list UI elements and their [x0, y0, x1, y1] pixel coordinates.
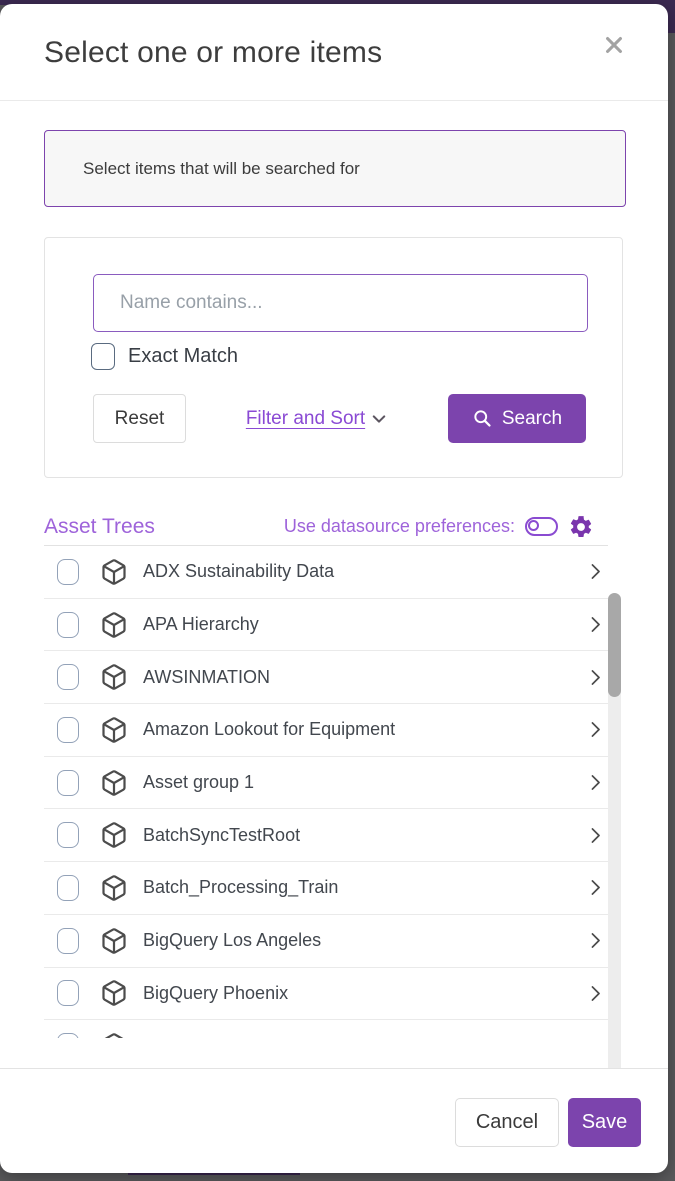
list-scrollbar-thumb[interactable]	[608, 593, 621, 697]
asset-row-checkbox[interactable]	[57, 928, 79, 954]
asset-row-checkbox[interactable]	[57, 770, 79, 796]
reset-button[interactable]: Reset	[93, 394, 186, 443]
exact-match-row: Exact Match	[91, 343, 238, 370]
exact-match-label: Exact Match	[128, 345, 238, 368]
cube-icon	[100, 874, 128, 902]
asset-row-label: BigQuery UTC	[143, 1036, 260, 1038]
asset-trees-heading: Asset Trees	[44, 515, 155, 539]
asset-row-checkbox[interactable]	[57, 717, 79, 743]
cube-icon	[100, 716, 128, 744]
dialog-body: Select items that will be searched for E…	[0, 101, 668, 1068]
datasource-preferences-label: Use datasource preferences:	[284, 516, 515, 537]
gear-icon	[568, 514, 594, 540]
search-panel: Exact Match Reset Filter and Sort Search	[44, 237, 623, 478]
dialog-title: Select one or more items	[44, 36, 382, 70]
asset-trees-header: Asset Trees Use datasource preferences:	[44, 508, 608, 545]
cube-icon	[100, 558, 128, 586]
search-button-label: Search	[502, 408, 562, 430]
close-icon	[603, 34, 625, 56]
cube-icon	[100, 611, 128, 639]
asset-row-checkbox[interactable]	[57, 612, 79, 638]
asset-row-label: Asset group 1	[143, 772, 254, 793]
chevron-right-icon[interactable]	[585, 930, 606, 951]
asset-row-checkbox[interactable]	[57, 559, 79, 585]
cube-icon	[100, 769, 128, 797]
asset-tree-row[interactable]: BigQuery UTC	[44, 1020, 608, 1038]
save-button[interactable]: Save	[568, 1098, 641, 1147]
list-scrollbar-track[interactable]	[608, 593, 621, 1068]
chevron-right-icon[interactable]	[585, 1036, 606, 1038]
name-contains-input[interactable]	[93, 274, 588, 332]
asset-row-checkbox[interactable]	[57, 822, 79, 848]
asset-tree-list: ADX Sustainability Data	[44, 545, 608, 1038]
close-button[interactable]	[600, 32, 628, 60]
asset-row-label: BigQuery Los Angeles	[143, 930, 321, 951]
info-banner-text: Select items that will be searched for	[83, 159, 360, 179]
chevron-right-icon[interactable]	[585, 877, 606, 898]
chevron-right-icon[interactable]	[585, 719, 606, 740]
filter-and-sort-label: Filter and Sort	[246, 408, 365, 430]
asset-tree-row[interactable]: APA Hierarchy	[44, 599, 608, 652]
filter-and-sort-link[interactable]: Filter and Sort	[246, 408, 388, 430]
asset-row-label: BatchSyncTestRoot	[143, 825, 300, 846]
preferences-settings-button[interactable]	[568, 514, 594, 540]
dialog-footer: Cancel Save	[0, 1068, 668, 1173]
search-actions: Reset Filter and Sort Search	[93, 394, 586, 443]
cube-icon	[100, 663, 128, 691]
toggle-knob	[528, 520, 539, 531]
cancel-button[interactable]: Cancel	[455, 1098, 559, 1147]
asset-tree-row[interactable]: BatchSyncTestRoot	[44, 809, 608, 862]
info-banner: Select items that will be searched for	[44, 130, 626, 207]
asset-tree-row[interactable]: Amazon Lookout for Equipment	[44, 704, 608, 757]
chevron-right-icon[interactable]	[585, 561, 606, 582]
cube-icon	[100, 979, 128, 1007]
chevron-right-icon[interactable]	[585, 667, 606, 688]
asset-row-checkbox[interactable]	[57, 980, 79, 1006]
asset-row-label: BigQuery Phoenix	[143, 983, 288, 1004]
asset-row-label: Batch_Processing_Train	[143, 877, 338, 898]
search-icon	[472, 408, 493, 429]
asset-tree-row[interactable]: BigQuery Phoenix	[44, 968, 608, 1021]
datasource-preferences-toggle[interactable]	[525, 517, 558, 536]
chevron-right-icon[interactable]	[585, 983, 606, 1004]
asset-tree-row[interactable]: AWSINMATION	[44, 651, 608, 704]
asset-tree-row[interactable]: Asset group 1	[44, 757, 608, 810]
search-button[interactable]: Search	[448, 394, 586, 443]
cube-icon	[100, 927, 128, 955]
cube-icon	[100, 821, 128, 849]
chevron-right-icon[interactable]	[585, 614, 606, 635]
select-items-dialog: Select one or more items Select items th…	[0, 4, 668, 1173]
asset-row-checkbox[interactable]	[57, 875, 79, 901]
datasource-preferences-group: Use datasource preferences:	[284, 514, 608, 540]
asset-row-label: AWSINMATION	[143, 667, 270, 688]
asset-row-label: ADX Sustainability Data	[143, 561, 334, 582]
asset-row-checkbox[interactable]	[57, 664, 79, 690]
asset-row-label: APA Hierarchy	[143, 614, 259, 635]
asset-tree-row[interactable]: BigQuery Los Angeles	[44, 915, 608, 968]
chevron-down-icon	[370, 410, 388, 428]
cube-icon	[100, 1032, 128, 1038]
exact-match-checkbox[interactable]	[91, 343, 115, 370]
dialog-header: Select one or more items	[0, 4, 668, 101]
asset-trees-section: Asset Trees Use datasource preferences:	[44, 508, 608, 1038]
asset-row-checkbox[interactable]	[57, 1033, 79, 1038]
asset-tree-row[interactable]: ADX Sustainability Data	[44, 546, 608, 599]
asset-row-label: Amazon Lookout for Equipment	[143, 719, 395, 740]
chevron-right-icon[interactable]	[585, 825, 606, 846]
asset-tree-row[interactable]: Batch_Processing_Train	[44, 862, 608, 915]
chevron-right-icon[interactable]	[585, 772, 606, 793]
